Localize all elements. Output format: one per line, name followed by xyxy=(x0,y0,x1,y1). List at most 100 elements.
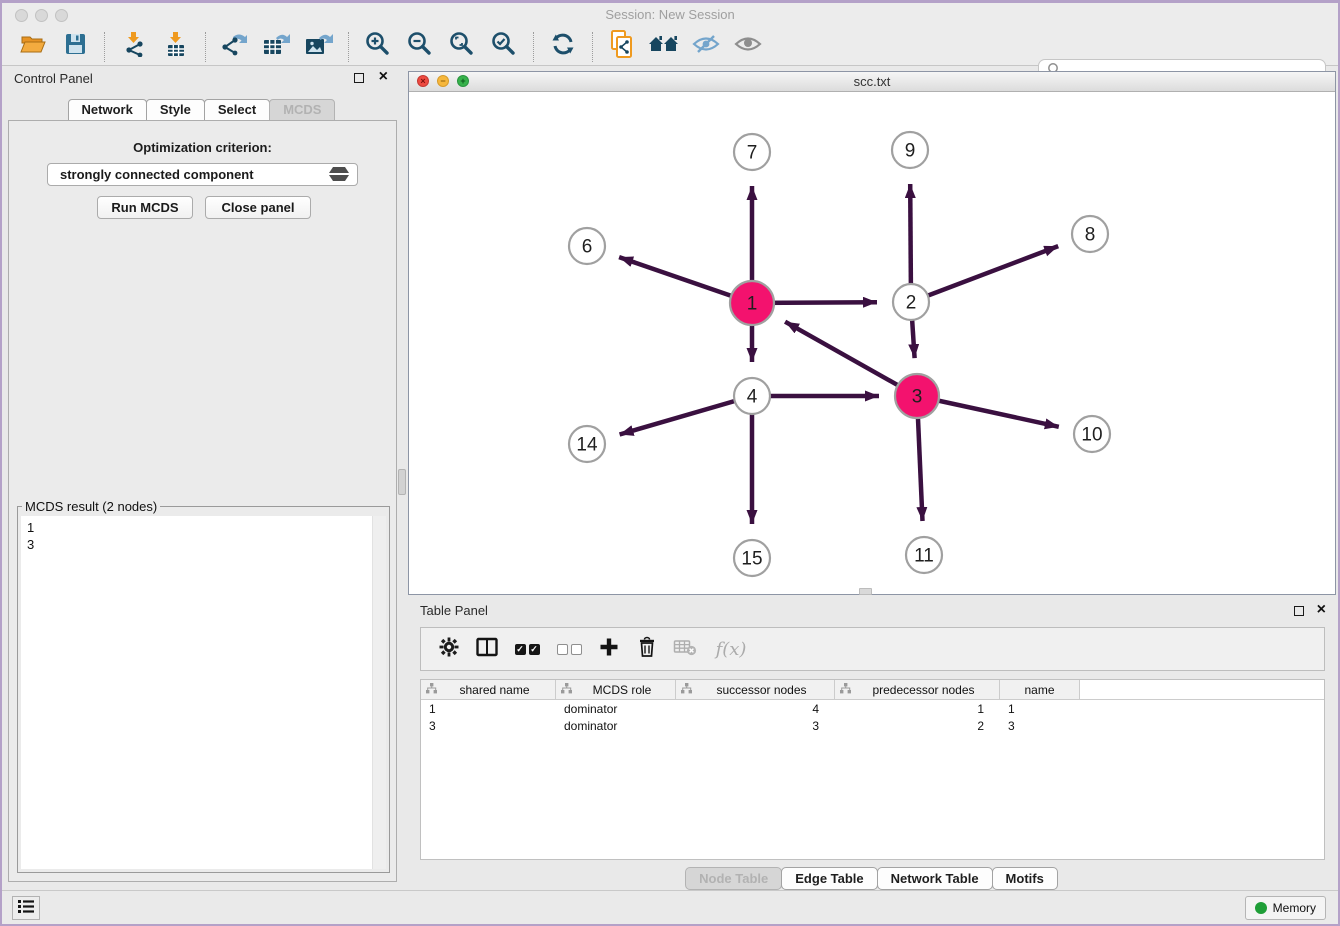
close-table-panel-icon[interactable]: × xyxy=(1317,605,1326,615)
tab-node-table[interactable]: Node Table xyxy=(685,867,782,890)
refresh-icon xyxy=(549,30,577,63)
table-cell[interactable]: 3 xyxy=(1000,719,1080,733)
zoom-in-button[interactable] xyxy=(363,32,393,62)
table-cell[interactable]: 4 xyxy=(676,702,835,716)
table-cell[interactable]: 1 xyxy=(421,702,556,716)
column-header-predecessor-nodes[interactable]: predecessor nodes xyxy=(835,680,1000,699)
import-network-button[interactable] xyxy=(119,32,149,62)
show-all-button[interactable] xyxy=(733,32,763,62)
graph-node-4[interactable]: 4 xyxy=(734,378,770,414)
graph-node-1[interactable]: 1 xyxy=(730,281,774,325)
toolbar-separator xyxy=(205,32,206,62)
zoom-in-icon xyxy=(364,30,392,63)
hide-unhide-button[interactable] xyxy=(691,32,721,62)
home-networks-button[interactable] xyxy=(649,32,679,62)
column-header-mcds-role[interactable]: MCDS role xyxy=(556,680,676,699)
table-row[interactable]: 3dominator323 xyxy=(421,717,1324,734)
node-label: 10 xyxy=(1081,425,1102,446)
float-table-panel-icon[interactable] xyxy=(1294,606,1304,616)
tab-style[interactable]: Style xyxy=(146,99,205,121)
column-header-shared-name[interactable]: shared name xyxy=(421,680,556,699)
tab-edge-table[interactable]: Edge Table xyxy=(781,867,877,890)
node-label: 15 xyxy=(741,549,762,570)
result-scrollbar[interactable] xyxy=(372,516,386,869)
column-header-name[interactable]: name xyxy=(1000,680,1080,699)
graph-node-9[interactable]: 9 xyxy=(892,132,928,168)
deselect-all-rows-button[interactable] xyxy=(553,635,585,663)
node-label: 11 xyxy=(914,546,934,567)
table-cell[interactable]: 1 xyxy=(1000,702,1080,716)
close-panel-icon[interactable]: × xyxy=(379,72,388,82)
show-column-panel-button[interactable] xyxy=(473,635,501,663)
task-history-button[interactable] xyxy=(12,896,40,920)
table-row[interactable]: 1dominator411 xyxy=(421,700,1324,717)
zoom-selected-button[interactable] xyxy=(489,32,519,62)
open-session-button[interactable] xyxy=(18,32,48,62)
mcds-panel: Optimization criterion: strongly connect… xyxy=(8,120,397,882)
table-settings-button[interactable] xyxy=(435,635,463,663)
import-table-button[interactable] xyxy=(161,32,191,62)
fx-icon: f(x) xyxy=(716,639,747,660)
select-all-rows-button[interactable]: ✓✓ xyxy=(511,635,543,663)
network-splitter-grip[interactable] xyxy=(859,588,872,595)
graph-node-2[interactable]: 2 xyxy=(893,284,929,320)
export-table-button[interactable] xyxy=(262,32,292,62)
tab-mcds[interactable]: MCDS xyxy=(269,99,335,121)
tab-motifs[interactable]: Motifs xyxy=(992,867,1058,890)
graph-node-14[interactable]: 14 xyxy=(569,426,605,462)
table-cell[interactable]: dominator xyxy=(556,719,676,733)
graph-node-8[interactable]: 8 xyxy=(1072,216,1108,252)
trash-icon xyxy=(637,636,657,663)
column-header-successor-nodes[interactable]: successor nodes xyxy=(676,680,835,699)
toolbar-separator xyxy=(592,32,593,62)
mcds-result-text: 1 3 xyxy=(27,519,386,553)
list-icon xyxy=(17,898,35,919)
graph-edge-2-8[interactable] xyxy=(911,246,1058,302)
tab-network[interactable]: Network xyxy=(68,99,147,121)
export-network-icon xyxy=(221,31,249,62)
network-window-titlebar[interactable]: × − + scc.txt xyxy=(409,72,1335,92)
table-cell[interactable]: 3 xyxy=(676,719,835,733)
delete-table-button[interactable] xyxy=(671,635,699,663)
toolbar-separator xyxy=(104,32,105,62)
mcds-result-area[interactable]: 1 3 xyxy=(21,516,386,869)
dropdown-stepper-icon xyxy=(317,167,349,181)
window-title: Session: New Session xyxy=(2,7,1338,22)
node-label: 9 xyxy=(905,141,916,162)
attribute-icon xyxy=(560,681,573,699)
close-panel-button[interactable]: Close panel xyxy=(205,196,311,219)
zoom-fit-button[interactable] xyxy=(447,32,477,62)
network-canvas[interactable]: 7 9 6 8 1 2 4 3 14 10 15 11 xyxy=(409,92,1335,594)
panel-splitter-handle[interactable] xyxy=(398,469,406,495)
criterion-dropdown[interactable]: strongly connected component xyxy=(47,163,358,186)
graph-node-7[interactable]: 7 xyxy=(734,134,770,170)
checked-boxes-icon: ✓✓ xyxy=(515,644,540,655)
zoom-out-button[interactable] xyxy=(405,32,435,62)
graph-node-6[interactable]: 6 xyxy=(569,228,605,264)
tab-network-table[interactable]: Network Table xyxy=(877,867,993,890)
graph-edge-4-14[interactable] xyxy=(620,396,752,435)
clone-network-button[interactable] xyxy=(607,32,637,62)
graph-node-11[interactable]: 11 xyxy=(906,537,942,573)
graph-node-3[interactable]: 3 xyxy=(895,374,939,418)
memory-button[interactable]: Memory xyxy=(1245,896,1326,920)
graph-node-10[interactable]: 10 xyxy=(1074,416,1110,452)
table-cell[interactable]: dominator xyxy=(556,702,676,716)
tab-select[interactable]: Select xyxy=(204,99,270,121)
run-mcds-button[interactable]: Run MCDS xyxy=(97,196,193,219)
save-session-button[interactable] xyxy=(60,32,90,62)
network-file-icon xyxy=(608,29,636,64)
refresh-button[interactable] xyxy=(548,32,578,62)
table-cell[interactable]: 2 xyxy=(835,719,1000,733)
eye-icon xyxy=(733,32,763,61)
table-cell[interactable]: 3 xyxy=(421,719,556,733)
export-image-button[interactable] xyxy=(304,32,334,62)
table-cell[interactable]: 1 xyxy=(835,702,1000,716)
two-houses-icon xyxy=(647,31,681,62)
export-network-button[interactable] xyxy=(220,32,250,62)
create-column-button[interactable] xyxy=(595,635,623,663)
delete-column-button[interactable] xyxy=(633,635,661,663)
graph-node-15[interactable]: 15 xyxy=(734,540,770,576)
function-builder-button[interactable]: f(x) xyxy=(709,635,753,663)
float-panel-icon[interactable] xyxy=(354,73,364,83)
